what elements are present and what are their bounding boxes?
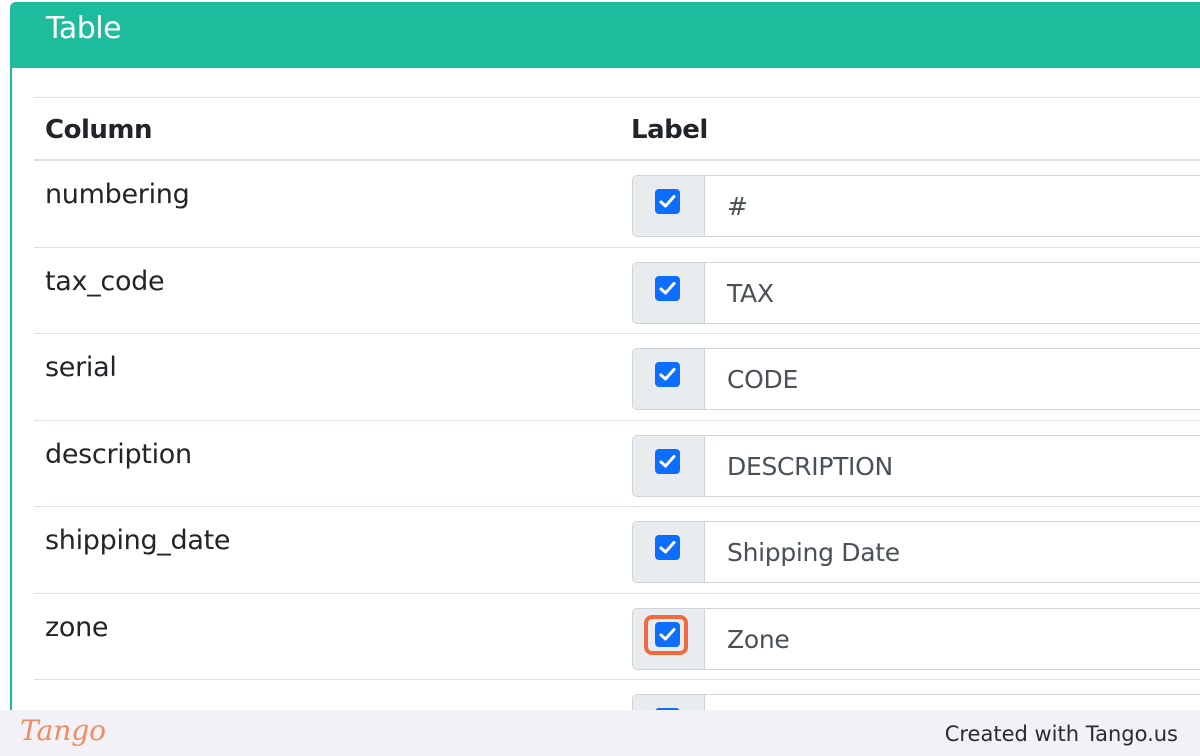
tango-logo: Tango	[20, 714, 107, 747]
label-input-group: DESCRIPTION	[632, 434, 1200, 497]
table-row: zone Zone	[34, 594, 1200, 680]
created-with-text: Created with Tango.us	[944, 722, 1178, 746]
checkbox-addon	[633, 522, 705, 582]
column-name: serial	[45, 352, 117, 383]
label-field[interactable]: DESCRIPTION	[705, 436, 1200, 496]
label-field[interactable]: Shipping Date	[705, 522, 1200, 582]
checkmark-icon	[659, 627, 676, 640]
show-checkbox[interactable]	[655, 621, 680, 647]
tango-footer: Tango Created with Tango.us	[0, 710, 1200, 756]
header-label: Label	[631, 115, 708, 145]
header-column: Column	[45, 115, 152, 145]
label-input-group: #	[632, 175, 1200, 237]
label-field[interactable]: TAX	[705, 263, 1200, 323]
checkbox-addon	[633, 608, 705, 669]
show-checkbox[interactable]	[655, 275, 680, 301]
checkbox-addon	[633, 435, 705, 496]
label-input-group: Shipping Date	[632, 521, 1200, 583]
columns-table: Column Label numbering # tax_code TAX se…	[34, 97, 1200, 756]
label-field[interactable]: Zone	[705, 609, 1200, 669]
checkbox-addon	[633, 176, 705, 236]
show-checkbox[interactable]	[655, 362, 680, 387]
table-row: serial CODE	[34, 334, 1200, 421]
panel-header: Table	[12, 4, 1200, 68]
checkbox-addon	[633, 349, 705, 409]
show-checkbox[interactable]	[655, 535, 680, 560]
checkbox-addon	[633, 262, 705, 323]
checkmark-icon	[659, 195, 676, 208]
column-name: tax_code	[45, 265, 165, 297]
table-row: numbering #	[34, 161, 1200, 248]
checkmark-icon	[659, 281, 676, 294]
column-name: description	[45, 438, 192, 470]
table-header: Column Label	[34, 97, 1200, 161]
label-input-group: TAX	[632, 261, 1200, 324]
table-row: tax_code TAX	[34, 248, 1200, 334]
column-name: shipping_date	[45, 525, 231, 556]
panel-title: Table	[46, 11, 122, 46]
checkmark-icon	[659, 541, 676, 554]
column-name: zone	[45, 611, 109, 643]
table-row: description DESCRIPTION	[34, 421, 1200, 507]
show-checkbox[interactable]	[655, 189, 680, 214]
checkmark-icon	[659, 454, 676, 467]
show-checkbox[interactable]	[655, 448, 680, 474]
checkmark-icon	[659, 368, 676, 381]
table-row: shipping_date Shipping Date	[34, 507, 1200, 594]
label-field[interactable]: CODE	[705, 349, 1200, 409]
label-input-group: CODE	[632, 348, 1200, 410]
column-name: numbering	[45, 179, 190, 210]
label-input-group: Zone	[632, 607, 1200, 670]
label-field[interactable]: #	[705, 176, 1200, 236]
